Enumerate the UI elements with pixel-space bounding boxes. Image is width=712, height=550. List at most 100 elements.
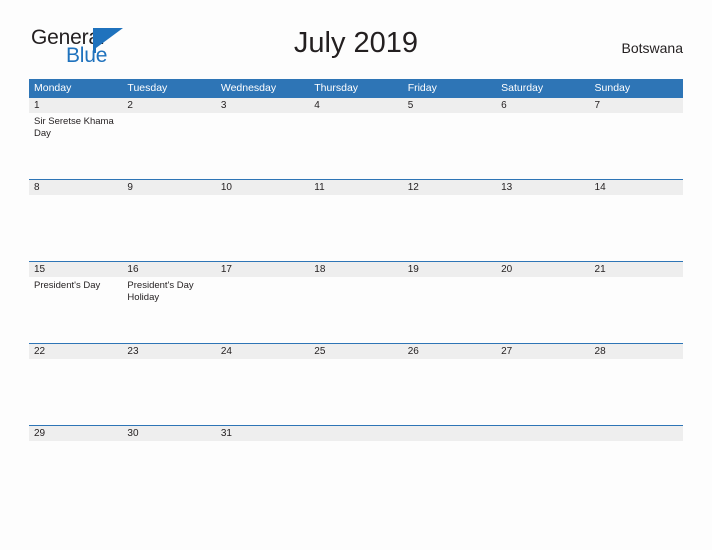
day-number-2[interactable]: 2 [122,98,215,113]
day-events-16: President's Day Holiday [122,277,215,343]
day-number-17[interactable]: 17 [216,262,309,277]
week-event-band [29,359,683,425]
day-events-22 [29,359,122,425]
calendar-grid: Monday Tuesday Wednesday Thursday Friday Satu… [29,79,683,507]
day-number-empty [590,426,683,441]
day-number-24[interactable]: 24 [216,344,309,359]
day-number-15[interactable]: 15 [29,262,122,277]
day-events-21 [590,277,683,343]
day-number-6[interactable]: 6 [496,98,589,113]
weekday-header-tuesday: Tuesday [127,82,168,94]
day-events-17 [216,277,309,343]
day-events-4 [309,113,402,179]
day-number-26[interactable]: 26 [403,344,496,359]
day-number-31[interactable]: 31 [216,426,309,441]
day-number-20[interactable]: 20 [496,262,589,277]
day-number-5[interactable]: 5 [403,98,496,113]
holiday-label: President's Day [34,280,101,291]
day-events-3 [216,113,309,179]
day-number-empty [309,426,402,441]
day-number-9[interactable]: 9 [122,180,215,195]
day-number-29[interactable]: 29 [29,426,122,441]
day-events-31 [216,441,309,507]
day-events-14 [590,195,683,261]
week-date-number-band: 29 30 31 [29,425,683,441]
day-number-11[interactable]: 11 [309,180,402,195]
day-number-25[interactable]: 25 [309,344,402,359]
day-events-20 [496,277,589,343]
weekday-header-row: Monday Tuesday Wednesday Thursday Friday Satu… [29,79,683,97]
day-events-5 [403,113,496,179]
week-event-band [29,195,683,261]
day-events-24 [216,359,309,425]
day-number-22[interactable]: 22 [29,344,122,359]
day-events-25 [309,359,402,425]
calendar-page: General Blue July 2019 Botswana Monday Tu… [0,0,712,550]
day-number-10[interactable]: 10 [216,180,309,195]
day-number-12[interactable]: 12 [403,180,496,195]
calendar-week-row: 22 23 24 25 26 27 28 [29,343,683,425]
calendar-week-row: 29 30 31 [29,425,683,507]
day-number-3[interactable]: 3 [216,98,309,113]
day-number-4[interactable]: 4 [309,98,402,113]
weekday-header-friday: Friday [407,82,437,94]
day-events-12 [403,195,496,261]
day-events-6 [496,113,589,179]
day-events-13 [496,195,589,261]
weekday-header-wednesday: Wednesday [220,82,277,94]
day-events-2 [122,113,215,179]
day-events-empty [309,441,402,507]
day-events-26 [403,359,496,425]
day-number-16[interactable]: 16 [122,262,215,277]
day-events-1: Sir Seretse Khama Day [29,113,122,179]
day-number-8[interactable]: 8 [29,180,122,195]
day-events-empty [403,441,496,507]
day-number-27[interactable]: 27 [496,344,589,359]
day-events-27 [496,359,589,425]
page-title: July 2019 [293,27,419,59]
day-number-empty [496,426,589,441]
day-number-28[interactable]: 28 [590,344,683,359]
day-number-19[interactable]: 19 [403,262,496,277]
page-header: General Blue July 2019 Botswana [29,26,683,72]
day-events-9 [122,195,215,261]
holiday-label: President's Day Holiday [127,280,194,303]
day-events-18 [309,277,402,343]
day-number-7[interactable]: 7 [590,98,683,113]
day-events-8 [29,195,122,261]
calendar-week-row: 8 9 10 11 12 13 14 [29,179,683,261]
week-date-number-band: 22 23 24 25 26 27 28 [29,343,683,359]
weekday-header-monday: Monday [34,82,72,94]
day-events-15: President's Day [29,277,122,343]
day-number-13[interactable]: 13 [496,180,589,195]
weekday-header-saturday: Saturday [501,82,544,94]
day-events-7 [590,113,683,179]
day-number-21[interactable]: 21 [590,262,683,277]
day-number-23[interactable]: 23 [122,344,215,359]
day-events-30 [122,441,215,507]
weekday-header-sunday: Sunday [594,82,631,94]
week-date-number-band: 15 16 17 18 19 20 21 [29,261,683,277]
day-events-empty [590,441,683,507]
calendar-weeks: 1 2 3 4 5 6 7 Sir Seretse Khama Day 8 9 10 11 12 13 14… [29,97,683,507]
day-number-empty [403,426,496,441]
calendar-week-row: 15 16 17 18 19 20 21 President's Day President's… [29,261,683,343]
day-number-14[interactable]: 14 [590,180,683,195]
day-events-29 [29,441,122,507]
week-date-number-band: 1234567 [29,97,683,113]
day-events-empty [496,441,589,507]
day-events-11 [309,195,402,261]
day-number-18[interactable]: 18 [309,262,402,277]
day-number-1[interactable]: 1 [29,98,122,113]
calendar-week-row: 1 2 3 4 5 6 7 Sir Seretse Khama Day [29,97,683,179]
day-number-30[interactable]: 30 [122,426,215,441]
day-events-10 [216,195,309,261]
week-event-band: Sir Seretse Khama Day [29,113,683,179]
day-events-28 [590,359,683,425]
week-event-band: President's Day President's Day Holiday [29,277,683,343]
day-events-19 [403,277,496,343]
day-events-23 [122,359,215,425]
country-label: Botswana [621,40,683,56]
week-event-band [29,441,683,507]
holiday-label: Sir Seretse Khama Day [34,116,114,139]
